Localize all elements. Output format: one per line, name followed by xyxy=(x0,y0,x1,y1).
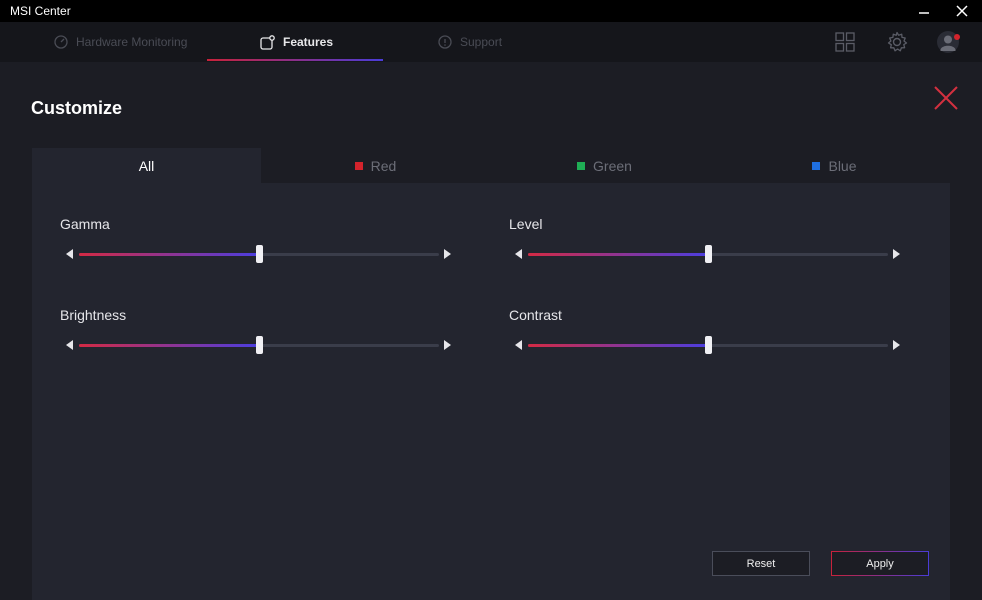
apply-button[interactable]: Apply xyxy=(831,551,929,576)
tab-hardware-monitoring[interactable]: Hardware Monitoring xyxy=(54,22,187,62)
tab-red-label: Red xyxy=(370,157,397,174)
speedometer-icon xyxy=(54,35,68,49)
gamma-fill xyxy=(79,253,259,256)
brightness-label: Brightness xyxy=(60,307,127,323)
tab-green-label: Green xyxy=(593,157,632,174)
customize-panel: Customize All Red Green Blue Gamma Level… xyxy=(0,62,982,600)
settings-button[interactable] xyxy=(877,22,917,62)
level-slider[interactable] xyxy=(528,245,888,263)
gamma-slider[interactable] xyxy=(79,245,439,263)
channel-tabs: All Red Green Blue xyxy=(32,148,950,183)
window-close-button[interactable] xyxy=(944,0,980,22)
gamma-thumb[interactable] xyxy=(256,245,263,263)
tab-red[interactable]: Red xyxy=(261,148,490,183)
blue-swatch-icon xyxy=(812,161,821,170)
red-swatch-icon xyxy=(354,161,363,170)
gear-icon xyxy=(887,31,908,52)
customize-card: All Red Green Blue Gamma Level Brightnes… xyxy=(32,148,950,600)
contrast-thumb[interactable] xyxy=(705,336,712,354)
info-icon xyxy=(438,35,452,49)
brightness-thumb[interactable] xyxy=(256,336,263,354)
level-increase-arrow-icon[interactable] xyxy=(893,249,900,259)
brightness-increase-arrow-icon[interactable] xyxy=(444,340,451,350)
brightness-slider[interactable] xyxy=(79,336,439,354)
reset-button[interactable]: Reset xyxy=(712,551,810,576)
minimize-icon xyxy=(919,12,929,14)
main-nav: Hardware Monitoring Features Support xyxy=(0,22,982,62)
tab-blue[interactable]: Blue xyxy=(719,148,950,183)
tab-green[interactable]: Green xyxy=(490,148,719,183)
tab-features-label: Features xyxy=(283,35,334,49)
tab-hardware-monitoring-label: Hardware Monitoring xyxy=(76,35,188,49)
notification-dot xyxy=(954,34,960,40)
tab-blue-label: Blue xyxy=(828,157,857,174)
green-swatch-icon xyxy=(577,161,586,170)
active-tab-indicator xyxy=(207,59,383,61)
level-label: Level xyxy=(509,216,543,232)
contrast-increase-arrow-icon[interactable] xyxy=(893,340,900,350)
level-decrease-arrow-icon[interactable] xyxy=(515,249,522,259)
level-slider-group: Level xyxy=(509,216,909,286)
tab-support-label: Support xyxy=(460,35,503,49)
contrast-slider-group: Contrast xyxy=(509,307,909,377)
contrast-label: Contrast xyxy=(509,307,562,323)
close-x-icon xyxy=(934,86,958,110)
brightness-slider-group: Brightness xyxy=(60,307,460,377)
level-fill xyxy=(528,253,708,256)
grid-icon xyxy=(835,32,855,52)
brightness-decrease-arrow-icon[interactable] xyxy=(66,340,73,350)
title-bar: MSI Center xyxy=(0,0,982,22)
panel-close-button[interactable] xyxy=(928,80,964,116)
contrast-fill xyxy=(528,344,708,347)
gamma-label: Gamma xyxy=(60,216,110,232)
gamma-increase-arrow-icon[interactable] xyxy=(444,249,451,259)
minimize-button[interactable] xyxy=(906,0,942,22)
tab-support[interactable]: Support xyxy=(438,22,502,62)
features-icon xyxy=(260,34,275,50)
contrast-decrease-arrow-icon[interactable] xyxy=(515,340,522,350)
grid-button[interactable] xyxy=(825,22,865,62)
close-icon xyxy=(956,5,968,17)
tab-all-label: All xyxy=(138,157,155,174)
app-title: MSI Center xyxy=(10,4,71,18)
brightness-fill xyxy=(79,344,259,347)
gamma-decrease-arrow-icon[interactable] xyxy=(66,249,73,259)
page-title: Customize xyxy=(31,98,123,118)
tab-features[interactable]: Features xyxy=(260,22,333,62)
gamma-slider-group: Gamma xyxy=(60,216,460,286)
user-avatar-button[interactable] xyxy=(928,22,968,62)
tab-all[interactable]: All xyxy=(32,148,261,183)
contrast-slider[interactable] xyxy=(528,336,888,354)
level-thumb[interactable] xyxy=(705,245,712,263)
